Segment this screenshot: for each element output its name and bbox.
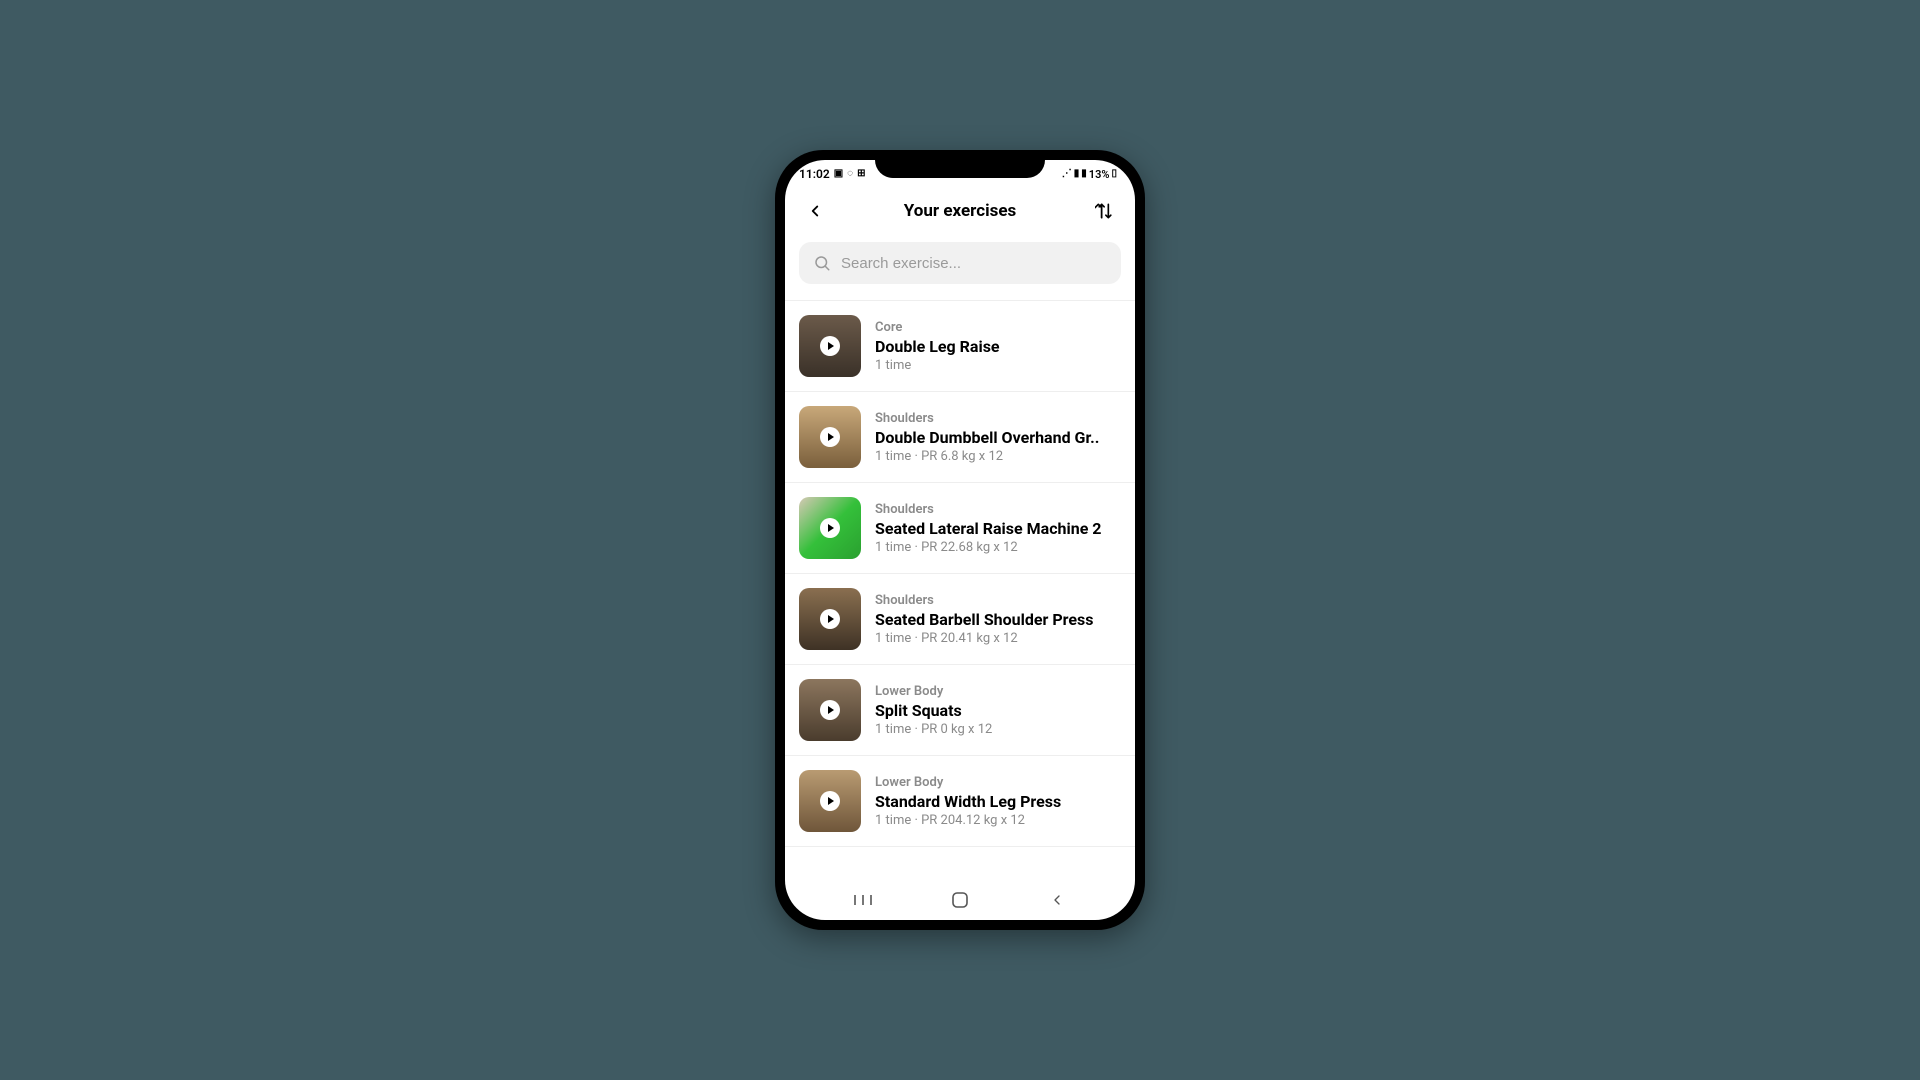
screen: 11:02 ▣ ◌ ⊞ ⋰ ▮ ▮ 13% ▯ Your exercises <box>785 160 1135 920</box>
exercise-row[interactable]: Lower Body Standard Width Leg Press 1 ti… <box>785 756 1135 847</box>
app-status-icon: ⊞ <box>857 169 865 179</box>
recents-icon <box>853 893 873 907</box>
play-icon <box>820 609 840 629</box>
exercise-row[interactable]: Core Double Leg Raise 1 time <box>785 300 1135 392</box>
exercise-thumbnail[interactable] <box>799 406 861 468</box>
signal-icon-2: ▮ <box>1081 169 1087 179</box>
exercise-category: Lower Body <box>875 684 992 699</box>
notch <box>875 150 1045 178</box>
status-time: 11:02 <box>799 167 830 181</box>
play-icon <box>820 336 840 356</box>
play-icon <box>820 700 840 720</box>
exercise-category: Shoulders <box>875 502 1102 517</box>
exercise-thumbnail[interactable] <box>799 770 861 832</box>
app-header: Your exercises <box>785 188 1135 234</box>
exercise-category: Lower Body <box>875 775 1061 790</box>
exercise-row[interactable]: Shoulders Seated Lateral Raise Machine 2… <box>785 483 1135 574</box>
gallery-status-icon: ▣ <box>834 169 843 179</box>
wifi-icon: ⋰ <box>1062 169 1072 179</box>
exercise-row[interactable]: Shoulders Double Dumbbell Overhand Gr.. … <box>785 392 1135 483</box>
exercise-name: Split Squats <box>875 701 992 720</box>
whatsapp-status-icon: ◌ <box>847 169 853 179</box>
exercise-category: Core <box>875 320 1000 335</box>
system-back-button[interactable] <box>1037 892 1077 908</box>
phone-frame: 11:02 ▣ ◌ ⊞ ⋰ ▮ ▮ 13% ▯ Your exercises <box>775 150 1145 930</box>
exercise-subtext: 1 time · PR 0 kg x 12 <box>875 722 992 737</box>
exercise-row[interactable]: Lower Body Split Squats 1 time · PR 0 kg… <box>785 665 1135 756</box>
exercise-subtext: 1 time · PR 6.8 kg x 12 <box>875 449 1099 464</box>
exercise-name: Seated Lateral Raise Machine 2 <box>875 519 1102 538</box>
exercise-subtext: 1 time · PR 20.41 kg x 12 <box>875 631 1093 646</box>
chevron-left-icon <box>806 202 824 220</box>
exercise-name: Double Dumbbell Overhand Gr.. <box>875 428 1099 447</box>
exercise-name: Seated Barbell Shoulder Press <box>875 610 1093 629</box>
exercise-thumbnail[interactable] <box>799 497 861 559</box>
back-button[interactable] <box>799 195 831 227</box>
exercise-name: Double Leg Raise <box>875 337 1000 356</box>
exercise-category: Shoulders <box>875 593 1093 608</box>
exercise-subtext: 1 time <box>875 358 1000 373</box>
recents-button[interactable] <box>843 893 883 907</box>
exercise-subtext: 1 time · PR 22.68 kg x 12 <box>875 540 1102 555</box>
exercise-category: Shoulders <box>875 411 1099 426</box>
exercise-name: Standard Width Leg Press <box>875 792 1061 811</box>
search-bar[interactable] <box>799 242 1121 284</box>
play-icon <box>820 791 840 811</box>
exercise-row[interactable]: Shoulders Seated Barbell Shoulder Press … <box>785 574 1135 665</box>
search-icon <box>813 254 831 272</box>
exercise-subtext: 1 time · PR 204.12 kg x 12 <box>875 813 1061 828</box>
search-input[interactable] <box>841 255 1107 272</box>
play-icon <box>820 518 840 538</box>
home-button[interactable] <box>940 891 980 909</box>
battery-icon: ▯ <box>1111 169 1117 179</box>
exercise-thumbnail[interactable] <box>799 588 861 650</box>
chevron-left-icon <box>1049 892 1065 908</box>
exercise-thumbnail[interactable] <box>799 679 861 741</box>
system-nav-bar <box>785 880 1135 920</box>
sort-icon <box>1095 201 1115 221</box>
home-icon <box>951 891 969 909</box>
sort-button[interactable] <box>1089 195 1121 227</box>
exercise-list: Core Double Leg Raise 1 time Shoulders D… <box>785 290 1135 880</box>
battery-percent: 13% <box>1089 168 1110 181</box>
play-icon <box>820 427 840 447</box>
signal-icon-1: ▮ <box>1074 169 1080 179</box>
page-title: Your exercises <box>904 201 1016 221</box>
exercise-thumbnail[interactable] <box>799 315 861 377</box>
